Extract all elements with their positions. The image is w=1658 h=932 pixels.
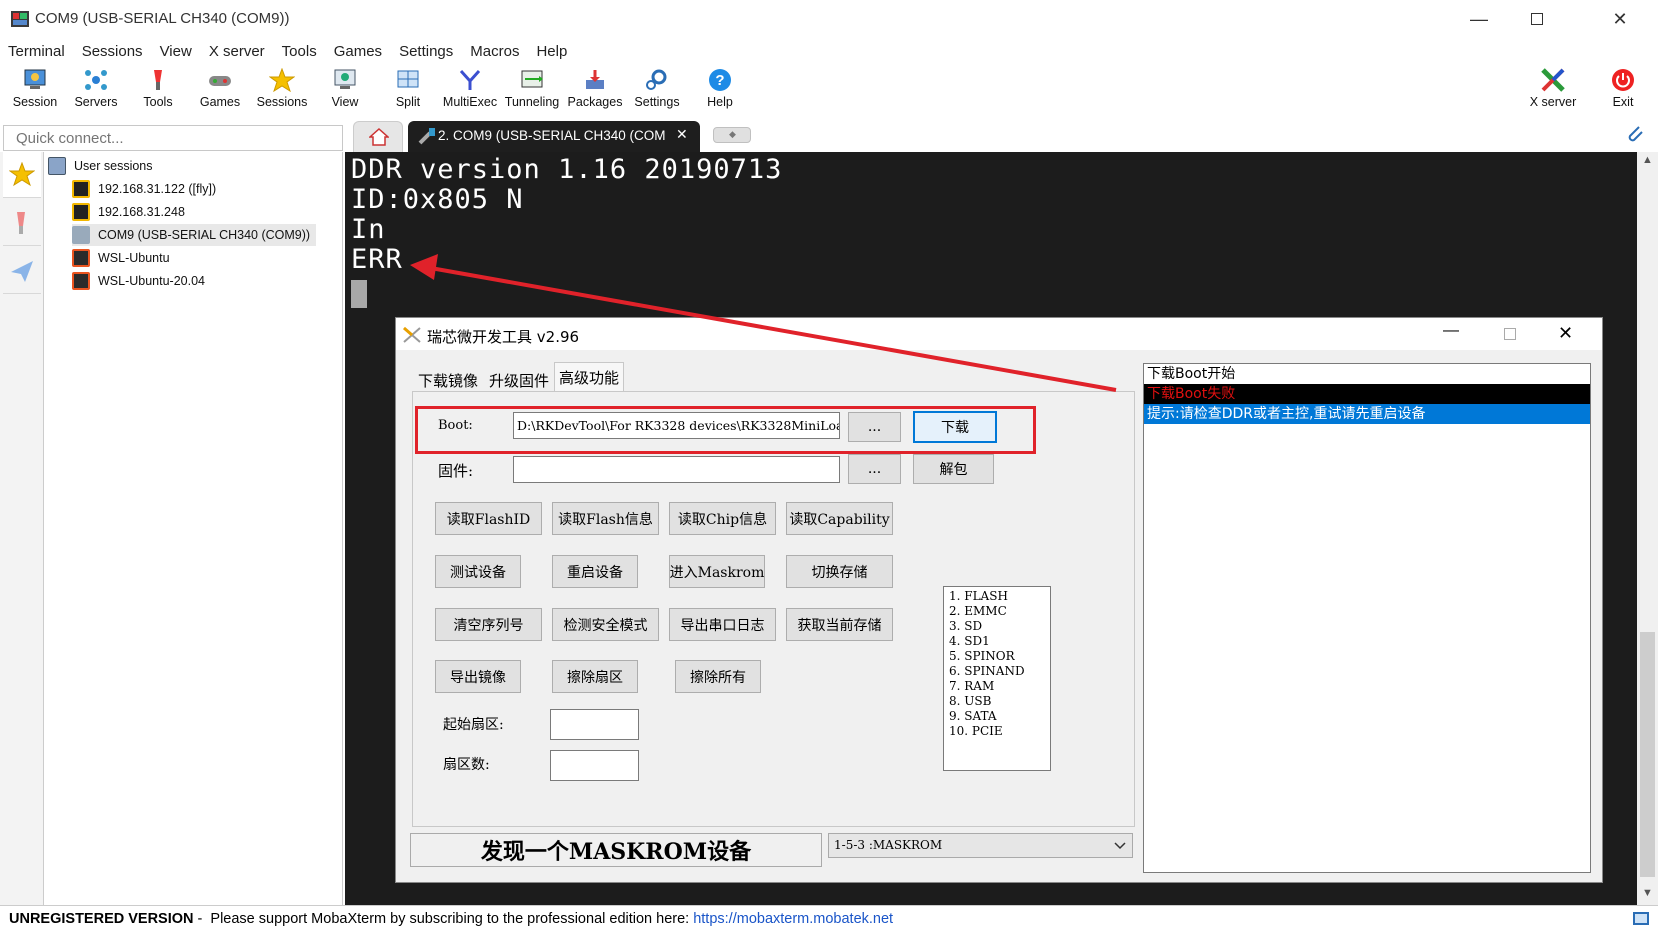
annotation-arrow [410,254,1117,392]
app-window: COM9 (USB-SERIAL CH340 (COM9)) — ✕ Termi… [0,0,1658,932]
